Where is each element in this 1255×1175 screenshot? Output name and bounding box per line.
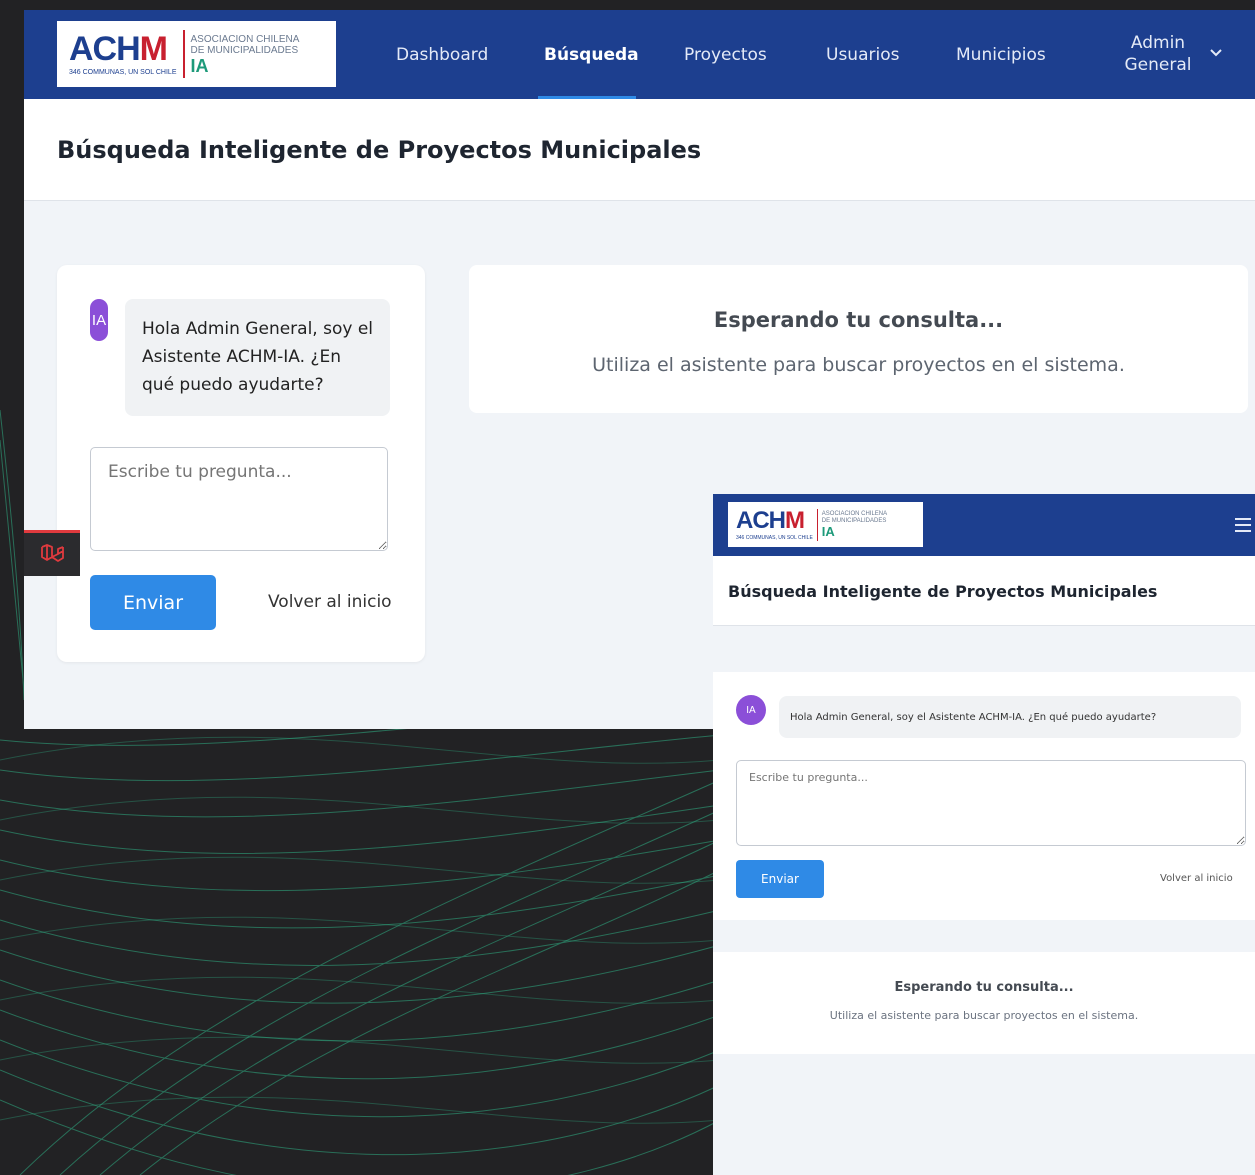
nav-proyectos[interactable]: Proyectos (684, 10, 767, 99)
logo-tagline: 346 COMMUNAS, UN SOL CHILE (69, 69, 177, 76)
back-home-link[interactable]: Volver al inicio (268, 592, 392, 612)
assistant-message: Hola Admin General, soy el Asistente ACH… (125, 299, 390, 416)
mobile-back-home-link[interactable]: Volver al inicio (1160, 873, 1233, 884)
mobile-send-button[interactable]: Enviar (736, 860, 824, 898)
mobile-navbar: ACHM 346 COMMUNAS, UN SOL CHILE ASOCIACI… (713, 494, 1255, 556)
top-navbar: ACHM 346 COMMUNAS, UN SOL CHILE ASOCIACI… (24, 10, 1255, 99)
mobile-logo-word: ACH (736, 506, 786, 534)
mobile-screenshot: ACHM 346 COMMUNAS, UN SOL CHILE ASOCIACI… (713, 494, 1255, 1175)
user-name-line1: Admin (1130, 33, 1186, 53)
logo-word-m: M (139, 30, 168, 68)
hamburger-icon[interactable] (1234, 514, 1252, 538)
logo-divider (182, 30, 185, 78)
waiting-subtitle: Utiliza el asistente para buscar proyect… (592, 354, 1125, 376)
chat-panel: IA Hola Admin General, soy el Asistente … (57, 265, 425, 662)
page-header: Búsqueda Inteligente de Proyectos Munici… (24, 99, 1255, 201)
nav-municipios[interactable]: Municipios (956, 10, 1046, 99)
page-title: Búsqueda Inteligente de Proyectos Munici… (57, 136, 702, 164)
assistant-avatar: IA (90, 299, 108, 341)
mobile-assistant-message: Hola Admin General, soy el Asistente ACH… (779, 696, 1241, 738)
logo-word: ACH (69, 30, 141, 68)
waiting-title: Esperando tu consulta... (713, 308, 1004, 332)
mobile-logo-word-m: M (785, 506, 805, 534)
achm-logo[interactable]: ACHM 346 COMMUNAS, UN SOL CHILE ASOCIACI… (57, 21, 336, 87)
logo-ia: IA (190, 55, 209, 76)
laravel-icon (41, 543, 64, 562)
user-menu[interactable]: Admin General (1099, 32, 1217, 76)
mobile-logo-tagline: 346 COMMUNAS, UN SOL CHILE (736, 534, 813, 541)
nav-busqueda[interactable]: Búsqueda (544, 10, 639, 99)
mobile-waiting-title: Esperando tu consulta... (894, 980, 1074, 995)
mobile-chat-panel: IA Hola Admin General, soy el Asistente … (713, 672, 1255, 920)
mobile-page-header: Búsqueda Inteligente de Proyectos Munici… (713, 556, 1255, 626)
mobile-logo-org-line1: ASOCIACION CHILENA (821, 511, 888, 518)
logo-org-line1: ASOCIACION CHILENA (190, 33, 300, 45)
mobile-page-title: Búsqueda Inteligente de Proyectos Munici… (728, 582, 1158, 601)
question-input[interactable] (90, 447, 388, 551)
debugbar-tab[interactable] (24, 530, 80, 576)
send-button[interactable]: Enviar (90, 575, 216, 630)
results-panel: Esperando tu consulta... Utiliza el asis… (469, 265, 1248, 413)
mobile-question-input[interactable] (736, 760, 1246, 846)
mobile-logo-ia: IA (821, 523, 835, 539)
user-name-line2: General (1124, 55, 1192, 75)
mobile-logo-divider (816, 508, 818, 541)
mobile-achm-logo[interactable]: ACHM 346 COMMUNAS, UN SOL CHILE ASOCIACI… (728, 502, 923, 547)
nav-dashboard[interactable]: Dashboard (396, 10, 488, 99)
mobile-waiting-subtitle: Utiliza el asistente para buscar proyect… (829, 1009, 1139, 1022)
mobile-assistant-avatar: IA (736, 695, 766, 725)
chevron-down-icon[interactable] (1210, 46, 1222, 61)
mobile-results-panel: Esperando tu consulta... Utiliza el asis… (713, 952, 1255, 1054)
logo-org-line2: DE MUNICIPALIDADES (190, 44, 299, 56)
nav-usuarios[interactable]: Usuarios (826, 10, 899, 99)
